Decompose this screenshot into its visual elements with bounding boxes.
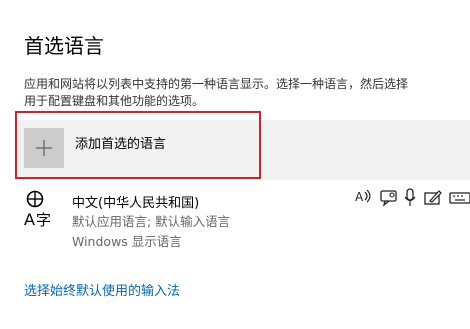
svg-text:A: A bbox=[24, 210, 35, 229]
add-language-label[interactable]: 添加首选的语言 bbox=[75, 133, 166, 152]
page-title: 首选语言 bbox=[24, 34, 104, 58]
microphone-icon bbox=[404, 188, 416, 206]
svg-text:A: A bbox=[355, 190, 364, 204]
default-input-method-link[interactable]: 选择始终默认使用的输入法 bbox=[24, 280, 180, 299]
keyboard-icon bbox=[449, 192, 470, 204]
language-icon: A 字 bbox=[24, 190, 51, 229]
description-line-2: 用于配置键盘和其他功能的选项。 bbox=[24, 94, 205, 108]
handwriting-icon bbox=[424, 190, 442, 205]
language-name[interactable]: 中文(中华人民共和国) bbox=[72, 192, 199, 211]
plus-icon bbox=[36, 140, 52, 156]
speech-recognition-icon bbox=[380, 190, 397, 207]
language-detail-2: Windows 显示语言 bbox=[72, 234, 182, 249]
svg-text:字: 字 bbox=[36, 211, 51, 229]
language-detail-1: 默认应用语言; 默认输入语言 bbox=[72, 214, 231, 229]
description-line-1: 应用和网站将以列表中支持的第一种语言显示。选择一种语言，然后选择 bbox=[24, 77, 409, 91]
text-to-speech-icon: A bbox=[355, 189, 371, 204]
add-language-button[interactable] bbox=[24, 128, 64, 168]
page-description: 应用和网站将以列表中支持的第一种语言显示。选择一种语言，然后选择 用于配置键盘和… bbox=[24, 76, 470, 110]
